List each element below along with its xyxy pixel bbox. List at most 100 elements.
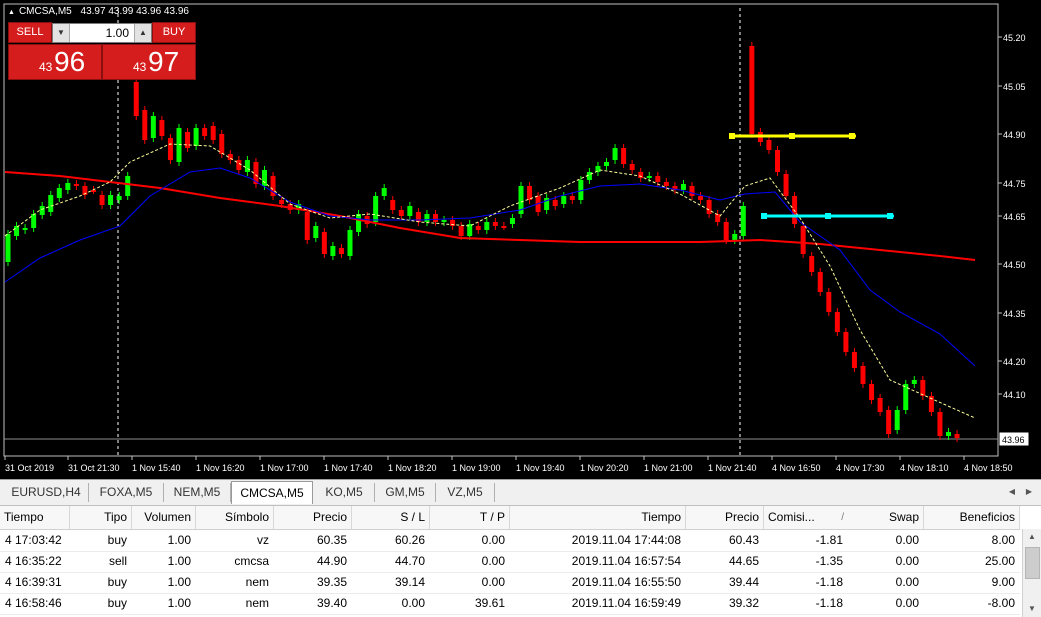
volume-stepper[interactable]: ▼ 1.00 ▲ — [52, 23, 152, 43]
candle-body — [749, 46, 755, 134]
cell-type: buy — [107, 596, 127, 610]
table-row[interactable]: 4 16:39:31 buy 1.00 nem 39.35 39.14 0.00 2019.1… — [0, 572, 1020, 594]
cell-type: buy — [107, 575, 127, 589]
time-axis-label: 4 Nov 16:50 — [772, 463, 821, 473]
candle-body — [262, 170, 267, 186]
candle-body — [783, 174, 789, 196]
candle-body — [202, 128, 208, 136]
tab-cmcsa-m5[interactable]: CMCSA,M5 — [231, 481, 313, 504]
line-handle — [761, 213, 767, 219]
candle-body — [638, 172, 644, 178]
cell-close-price: 39.44 — [728, 575, 759, 589]
scroll-up-icon[interactable]: ▲ — [1024, 529, 1040, 545]
table-row[interactable]: 4 16:58:46 buy 1.00 nem 39.40 0.00 39.61 2019.1… — [0, 593, 1020, 615]
candle-body — [338, 248, 344, 254]
price-axis-label: 44.65 — [1003, 212, 1026, 222]
candle-body — [946, 432, 951, 436]
candle-body — [492, 222, 498, 226]
tabs-scroll-right-icon[interactable]: ▶ — [1022, 484, 1036, 500]
scroll-down-icon[interactable]: ▼ — [1024, 601, 1040, 617]
candle-body — [775, 150, 780, 172]
chart-symbol-label: ▲ CMCSA,M5 43.97 43.99 43.96 43.96 — [8, 6, 189, 17]
buy-button[interactable]: BUY — [152, 22, 196, 43]
candle-body — [723, 222, 729, 240]
time-axis-label: 4 Nov 17:30 — [836, 463, 885, 473]
col-header-commission[interactable]: Comisi... / — [764, 506, 848, 529]
candle-body — [706, 200, 712, 214]
decrease-volume-icon[interactable]: ▼ — [53, 24, 70, 42]
candle-body — [911, 380, 917, 384]
one-click-trading-panel: SELL ▼ 1.00 ▲ BUY 43 96 43 97 — [8, 22, 196, 80]
col-header-close-price[interactable]: Precio — [686, 506, 764, 529]
table-header: Tiempo Tipo Volumen Símbolo Precio S / L… — [0, 506, 1020, 530]
candle-body — [398, 210, 404, 216]
col-header-time[interactable]: Tiempo — [0, 506, 70, 529]
candle-body — [621, 148, 627, 164]
candle-body — [860, 366, 866, 384]
candle-body — [48, 195, 54, 212]
chart-ohlc: 43.97 43.99 43.96 43.96 — [80, 6, 189, 17]
col-header-price[interactable]: Precio — [274, 506, 352, 529]
candle-body — [646, 176, 652, 178]
table-row[interactable]: 4 16:35:22 sell 1.00 cmcsa 44.90 44.70 0.00 201… — [0, 551, 1020, 573]
tab-eurusd-h4[interactable]: EURUSD,H4 — [4, 483, 89, 502]
tab-ko-m5[interactable]: KO,M5 — [314, 483, 375, 502]
time-axis-label: 4 Nov 18:10 — [900, 463, 949, 473]
candle-body — [826, 292, 832, 312]
sell-button[interactable]: SELL — [8, 22, 52, 43]
col-header-type[interactable]: Tipo — [70, 506, 132, 529]
candle-body — [185, 132, 191, 148]
candle-body — [561, 196, 567, 204]
tab-gm-m5[interactable]: GM,M5 — [375, 483, 436, 502]
cell-open-price: 44.90 — [316, 554, 347, 568]
candle-body — [14, 226, 20, 236]
cell-commission: -1.35 — [815, 554, 843, 568]
sell-price-digits: 96 — [54, 46, 86, 77]
col-header-volume[interactable]: Volumen — [132, 506, 196, 529]
table-scrollbar[interactable]: ▲ ▼ — [1022, 529, 1041, 617]
col-header-close-time[interactable]: Tiempo — [510, 506, 686, 529]
col-header-profit[interactable]: Beneficios — [924, 506, 1020, 529]
candle-body — [390, 200, 396, 210]
chart-symbol: CMCSA,M5 — [18, 6, 72, 17]
table-row[interactable]: 4 17:03:42 buy 1.00 vz 60.35 60.26 0.00 2019.11… — [0, 530, 1020, 552]
time-axis-label: 1 Nov 15:40 — [132, 463, 181, 473]
tabs-scroll-left-icon[interactable]: ◀ — [1005, 484, 1019, 500]
increase-volume-icon[interactable]: ▲ — [134, 24, 151, 42]
cell-swap: 0.00 — [895, 575, 919, 589]
time-axis-label: 1 Nov 17:00 — [260, 463, 309, 473]
candle-body — [356, 214, 362, 232]
candle-body — [552, 200, 558, 206]
candle-body — [304, 212, 310, 240]
cell-open-price: 39.40 — [316, 596, 347, 610]
col-header-symbol[interactable]: Símbolo — [196, 506, 274, 529]
candle-body — [441, 220, 447, 222]
line-handle — [789, 133, 795, 139]
cell-close-time: 2019.11.04 16:59:49 — [571, 596, 681, 610]
sell-price-button[interactable]: 43 96 — [8, 44, 102, 80]
price-axis-label: 44.10 — [1003, 390, 1026, 400]
candle-body — [22, 228, 28, 230]
cell-open-time: 4 16:35:22 — [5, 554, 62, 568]
tab-nem-m5[interactable]: NEM,M5 — [164, 483, 231, 502]
candle-body — [116, 196, 122, 200]
col-header-swap[interactable]: Swap — [848, 506, 924, 529]
price-axis-label: 44.20 — [1003, 357, 1026, 367]
price-axis-label: 44.90 — [1003, 130, 1026, 140]
scroll-thumb[interactable] — [1025, 547, 1040, 579]
candle-body — [715, 214, 721, 222]
tab-vz-m5[interactable]: VZ,M5 — [436, 483, 495, 502]
col-header-tp[interactable]: T / P — [430, 506, 510, 529]
candle-body — [31, 214, 37, 228]
cell-type: sell — [108, 554, 127, 568]
tab-foxa-m5[interactable]: FOXA,M5 — [89, 483, 164, 502]
buy-price-button[interactable]: 43 97 — [102, 44, 196, 80]
volume-input[interactable]: 1.00 — [71, 24, 133, 42]
price-chart[interactable]: 45.20 45.05 44.90 44.75 44.65 44.50 44.35 44.20… — [0, 0, 1041, 479]
buy-price-prefix: 43 — [133, 60, 147, 74]
cell-profit: 8.00 — [991, 533, 1015, 547]
cell-tp: 0.00 — [481, 575, 505, 589]
collapse-arrow-icon[interactable]: ▲ — [8, 9, 15, 16]
candle-body — [236, 160, 242, 170]
col-header-sl[interactable]: S / L — [352, 506, 430, 529]
